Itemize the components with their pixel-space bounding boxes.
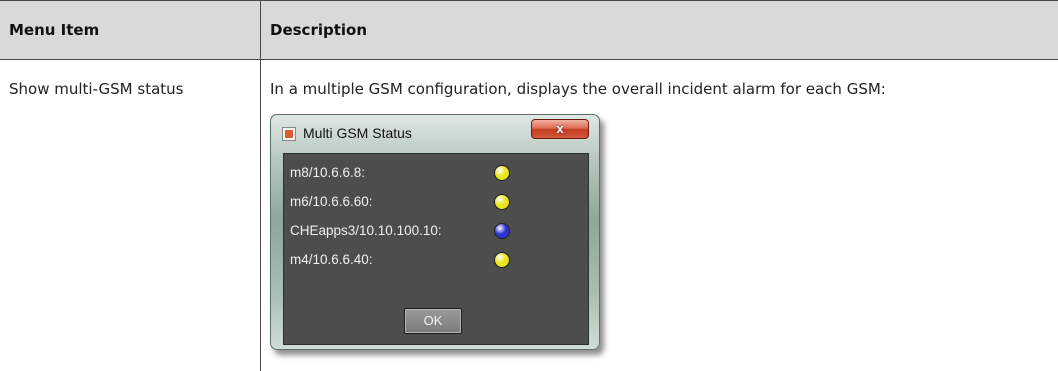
dialog-title: Multi GSM Status xyxy=(303,125,412,141)
header-description: Description xyxy=(270,21,368,39)
ok-button[interactable]: OK xyxy=(404,308,462,334)
alarm-status-led xyxy=(494,252,510,268)
gsm-label: m6/10.6.6.60: xyxy=(290,194,373,209)
column-divider xyxy=(260,0,261,371)
description-cell: In a multiple GSM configuration, display… xyxy=(270,80,886,98)
java-app-icon xyxy=(282,127,296,141)
close-button[interactable]: x xyxy=(531,119,589,139)
alarm-status-led xyxy=(494,165,510,181)
gsm-label: m8/10.6.6.8: xyxy=(290,165,366,180)
gsm-status-row: m4/10.6.6.40: xyxy=(290,249,580,271)
menu-item-cell: Show multi-GSM status xyxy=(9,80,184,98)
multi-gsm-status-dialog: Multi GSM Status x m8/10.6.6.8: m6/10.6.… xyxy=(270,114,600,350)
close-icon: x xyxy=(556,121,564,136)
alarm-status-led xyxy=(494,223,510,239)
table-header-row: Menu Item Description xyxy=(0,0,1058,60)
gsm-label: CHEapps3/10.10.100.10: xyxy=(290,223,442,238)
menu-description-table: Menu Item Description Show multi-GSM sta… xyxy=(0,0,1058,371)
dialog-content: m8/10.6.6.8: m6/10.6.6.60: CHEapps3/10.1… xyxy=(283,153,589,345)
dialog-title-bar[interactable]: Multi GSM Status x xyxy=(275,119,595,147)
header-menu-item: Menu Item xyxy=(9,21,100,39)
gsm-status-row: CHEapps3/10.10.100.10: xyxy=(290,220,580,242)
gsm-status-row: m6/10.6.6.60: xyxy=(290,191,580,213)
gsm-status-row: m8/10.6.6.8: xyxy=(290,162,580,184)
gsm-label: m4/10.6.6.40: xyxy=(290,252,373,267)
alarm-status-led xyxy=(494,194,510,210)
